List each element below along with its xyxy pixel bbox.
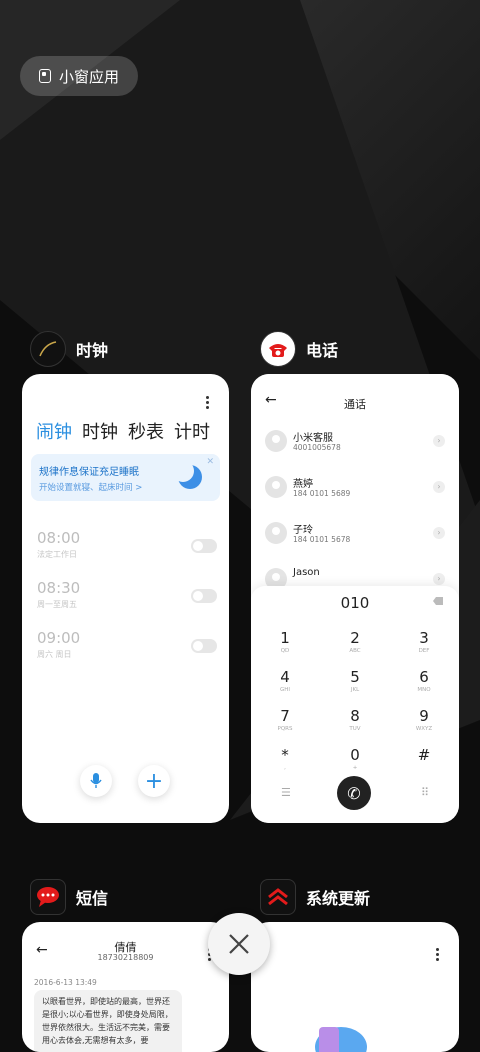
alarm-repeat: 周六 周日	[37, 650, 72, 659]
tab-stopwatch[interactable]: 秒表	[128, 418, 164, 444]
small-window-label: 小窗应用	[58, 67, 119, 86]
sms-app-icon	[30, 879, 66, 915]
clock-app-header[interactable]: 时钟	[30, 331, 108, 367]
small-window-apps-button[interactable]: 小窗应用	[20, 56, 138, 96]
update-app-icon	[260, 879, 296, 915]
dial-key-2[interactable]: 2 ABC	[330, 629, 380, 654]
phone-icon: ✆	[347, 783, 361, 803]
more-options-icon[interactable]	[436, 948, 439, 961]
banner-subtitle: 开始设置就寝、起床时间 >	[39, 483, 143, 493]
contact-number: 18730218809	[97, 953, 154, 962]
close-icon[interactable]: ✕	[206, 457, 214, 467]
tab-clock[interactable]: 时钟	[82, 418, 118, 444]
chevron-right-icon[interactable]: ›	[433, 527, 445, 539]
list-item[interactable]: 燕婷 184 0101 5689 ›	[265, 472, 445, 502]
avatar	[265, 522, 287, 544]
window-icon	[38, 69, 51, 83]
chevron-right-icon[interactable]: ›	[433, 435, 445, 447]
dial-key-hash[interactable]: #	[399, 746, 449, 765]
avatar	[265, 476, 287, 498]
moon-icon	[172, 460, 202, 489]
tab-alarm[interactable]: 闹钟	[36, 418, 72, 444]
dial-key-6[interactable]: 6 MNO	[399, 668, 449, 693]
alarm-toggle[interactable]	[191, 539, 217, 553]
dial-key-1[interactable]: 1 QD	[260, 629, 310, 654]
dial-key-3[interactable]: 3 DEF	[399, 629, 449, 654]
dial-display: 010	[340, 594, 370, 612]
phone-app-header[interactable]: 电话	[260, 331, 338, 367]
list-item[interactable]: 子玲 184 0101 5678 ›	[265, 518, 445, 548]
alarm-repeat: 周一至周五	[37, 600, 77, 609]
alarm-time: 08:00	[37, 529, 81, 547]
dial-key-0[interactable]: 0 +	[330, 746, 380, 771]
plus-icon: +	[144, 768, 164, 794]
message-date: 2016-6-13 13:49	[34, 978, 97, 987]
call-button[interactable]: ✆	[337, 776, 371, 810]
page-title: 通话	[344, 398, 366, 411]
alarm-repeat: 法定工作日	[37, 550, 77, 559]
microphone-button[interactable]	[80, 765, 112, 797]
contact-name: 小米客服	[293, 433, 333, 444]
update-app-name: 系统更新	[306, 889, 371, 908]
phone-app-card[interactable]: ← 通话 小米客服 4001005678 › 燕婷 184 0101 5689 …	[251, 374, 459, 823]
phone-app-name: 电话	[306, 341, 339, 360]
close-all-button[interactable]	[208, 913, 270, 975]
menu-icon[interactable]: ☰	[281, 786, 291, 799]
dial-key-5[interactable]: 5 JKL	[330, 668, 380, 693]
add-alarm-button[interactable]: +	[138, 765, 170, 797]
clock-app-icon	[30, 331, 66, 367]
sms-app-card[interactable]: ← 倩倩 18730218809 2016-6-13 13:49 以眼看世界，即…	[22, 922, 229, 1052]
alarm-time: 08:30	[37, 579, 81, 597]
contact-number: 184 0101 5678	[293, 535, 351, 544]
alarm-item[interactable]: 09:00 周六 周日	[37, 629, 217, 660]
alarm-toggle[interactable]	[191, 639, 217, 653]
dial-key-4[interactable]: 4 GHI	[260, 668, 310, 693]
more-options-icon[interactable]	[206, 396, 209, 409]
clock-app-name: 时钟	[76, 341, 109, 360]
list-item[interactable]: 小米客服 4001005678 ›	[265, 426, 445, 456]
sleep-banner[interactable]: 规律作息保证充足睡眠 开始设置就寝、起床时间 > ✕	[31, 454, 220, 501]
contact-number: 184 0101 5689	[293, 489, 351, 498]
avatar	[265, 430, 287, 452]
alarm-time: 09:00	[37, 629, 81, 647]
sms-app-header[interactable]: 短信	[30, 879, 108, 915]
microphone-icon	[90, 773, 102, 788]
contact-name: 燕婷	[293, 479, 313, 490]
chevron-right-icon[interactable]: ›	[433, 481, 445, 493]
close-icon	[229, 934, 249, 954]
dial-key-9[interactable]: 9 WXYZ	[399, 707, 449, 732]
sms-app-name: 短信	[76, 889, 109, 908]
call-log-area: ← 通话 小米客服 4001005678 › 燕婷 184 0101 5689 …	[251, 374, 459, 604]
phone-app-icon	[260, 331, 296, 367]
keypad-icon[interactable]: ⠿	[421, 786, 429, 799]
update-app-card[interactable]	[251, 922, 459, 1052]
chevron-right-icon[interactable]: ›	[433, 573, 445, 585]
update-app-header[interactable]: 系统更新	[260, 879, 370, 915]
alarm-item[interactable]: 08:30 周一至周五	[37, 579, 217, 610]
alarm-toggle[interactable]	[191, 589, 217, 603]
dial-key-star[interactable]: *,	[260, 746, 310, 771]
banner-title: 规律作息保证充足睡眠	[39, 467, 139, 478]
dial-key-8[interactable]: 8 TUV	[330, 707, 380, 732]
clock-app-card[interactable]: 闹钟 时钟 秒表 计时 规律作息保证充足睡眠 开始设置就寝、起床时间 > ✕ 0…	[22, 374, 229, 823]
contact-number: 4001005678	[293, 443, 341, 452]
contact-name: 子玲	[293, 525, 313, 536]
dial-pad: 010 1 QD 2 ABC 3 DEF 4 GHI 5 JKL 6 MNO 7 PQRS 8…	[251, 586, 459, 823]
contact-name: Jason	[293, 567, 320, 578]
tab-timer[interactable]: 计时	[174, 418, 210, 444]
message-bubble: 以眼看世界，即使站的最高，世界还是很小;以心看世界，即使身处局限，世界依然很大。…	[34, 990, 182, 1052]
alarm-item[interactable]: 08:00 法定工作日	[37, 529, 217, 560]
dial-key-7[interactable]: 7 PQRS	[260, 707, 310, 732]
clock-tabs: 闹钟 时钟 秒表 计时	[36, 418, 210, 444]
